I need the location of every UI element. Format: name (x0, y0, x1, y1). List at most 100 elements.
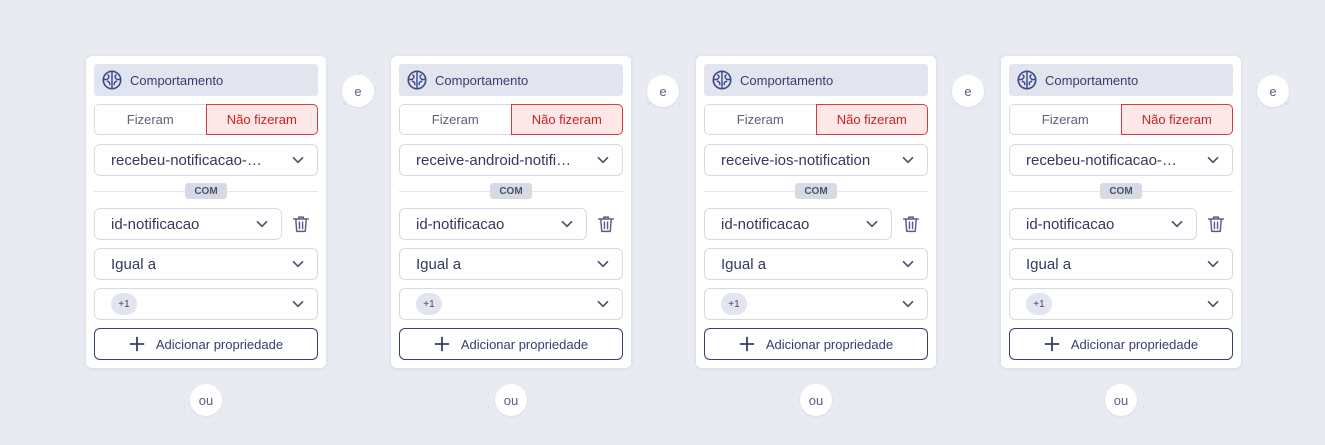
operator-select[interactable]: Igual a (94, 248, 318, 280)
chevron-down-icon (291, 297, 305, 311)
chevron-down-icon (596, 257, 610, 271)
property-value: id-notificacao (416, 215, 505, 233)
chevron-down-icon (1170, 217, 1184, 231)
chevron-down-icon (901, 257, 915, 271)
and-connector[interactable]: e (952, 75, 984, 107)
plus-icon (129, 336, 145, 352)
event-value: recebeu-notificacao-… (1026, 151, 1177, 169)
did-not-option[interactable]: Não fizeram (815, 104, 928, 135)
and-connector[interactable]: e (342, 75, 374, 107)
values-select[interactable]: +1 (704, 288, 928, 320)
chevron-down-icon (596, 297, 610, 311)
with-tag: COM (185, 183, 227, 199)
chevron-down-icon (291, 153, 305, 167)
property-value: id-notificacao (111, 215, 200, 233)
property-select[interactable]: id-notificacao (704, 208, 892, 240)
property-select[interactable]: id-notificacao (1009, 208, 1197, 240)
trash-icon[interactable] (594, 212, 618, 236)
card-header: Comportamento (704, 64, 928, 96)
trash-icon[interactable] (899, 212, 923, 236)
or-connector[interactable]: ou (495, 384, 527, 416)
values-count-chip: +1 (1026, 293, 1052, 315)
did-option[interactable]: Fizeram (1009, 104, 1121, 135)
card-title: Comportamento (130, 72, 224, 88)
values-select[interactable]: +1 (1009, 288, 1233, 320)
add-property-label: Adicionar propriedade (765, 336, 894, 352)
trash-icon[interactable] (289, 212, 313, 236)
add-property-label: Adicionar propriedade (155, 336, 284, 352)
or-connector[interactable]: ou (190, 384, 222, 416)
event-value: receive-android-notifi… (416, 151, 572, 169)
event-value: recebeu-notificacao-… (111, 151, 262, 169)
did-toggle: Fizeram Não fizeram (399, 104, 623, 135)
chevron-down-icon (1206, 257, 1220, 271)
chevron-down-icon (901, 153, 915, 167)
card-header: Comportamento (94, 64, 318, 96)
behavior-filter-card: Comportamento Fizeram Não fizeram recebe… (86, 56, 326, 368)
and-connector[interactable]: e (647, 75, 679, 107)
and-connector[interactable]: e (1257, 75, 1289, 107)
behavior-filter-card: Comportamento Fizeram Não fizeram receiv… (391, 56, 631, 368)
values-count-chip: +1 (416, 293, 442, 315)
values-select[interactable]: +1 (399, 288, 623, 320)
property-select[interactable]: id-notificacao (94, 208, 282, 240)
operator-select[interactable]: Igual a (1009, 248, 1233, 280)
operator-value: Igual a (721, 255, 767, 273)
card-title: Comportamento (740, 72, 834, 88)
event-value: receive-ios-notification (721, 151, 871, 169)
property-value: id-notificacao (721, 215, 810, 233)
did-toggle: Fizeram Não fizeram (704, 104, 928, 135)
values-select[interactable]: +1 (94, 288, 318, 320)
add-property-button[interactable]: Adicionar propriedade (704, 328, 928, 360)
with-tag: COM (490, 183, 532, 199)
chevron-down-icon (255, 217, 269, 231)
add-property-button[interactable]: Adicionar propriedade (94, 328, 318, 360)
brain-icon (101, 69, 123, 91)
did-not-option[interactable]: Não fizeram (510, 104, 623, 135)
values-count-chip: +1 (721, 293, 747, 315)
operator-select[interactable]: Igual a (704, 248, 928, 280)
card-title: Comportamento (1045, 72, 1139, 88)
brain-icon (711, 69, 733, 91)
brain-icon (406, 69, 428, 91)
did-not-option[interactable]: Não fizeram (205, 104, 318, 135)
event-select[interactable]: recebeu-notificacao-… (1009, 144, 1233, 176)
plus-icon (434, 336, 450, 352)
property-value: id-notificacao (1026, 215, 1115, 233)
operator-value: Igual a (416, 255, 462, 273)
did-option[interactable]: Fizeram (704, 104, 816, 135)
behavior-filter-card: Comportamento Fizeram Não fizeram receiv… (696, 56, 936, 368)
event-select[interactable]: receive-ios-notification (704, 144, 928, 176)
did-option[interactable]: Fizeram (399, 104, 511, 135)
chevron-down-icon (1206, 153, 1220, 167)
did-not-option[interactable]: Não fizeram (1120, 104, 1233, 135)
chevron-down-icon (560, 217, 574, 231)
chevron-down-icon (291, 257, 305, 271)
values-count-chip: +1 (111, 293, 137, 315)
brain-icon (1016, 69, 1038, 91)
or-connector[interactable]: ou (1105, 384, 1137, 416)
property-select[interactable]: id-notificacao (399, 208, 587, 240)
did-option[interactable]: Fizeram (94, 104, 206, 135)
event-select[interactable]: receive-android-notifi… (399, 144, 623, 176)
plus-icon (739, 336, 755, 352)
chevron-down-icon (901, 297, 915, 311)
add-property-button[interactable]: Adicionar propriedade (1009, 328, 1233, 360)
card-title: Comportamento (435, 72, 529, 88)
with-tag: COM (795, 183, 837, 199)
chevron-down-icon (865, 217, 879, 231)
chevron-down-icon (596, 153, 610, 167)
behavior-filter-card: Comportamento Fizeram Não fizeram recebe… (1001, 56, 1241, 368)
add-property-label: Adicionar propriedade (1070, 336, 1199, 352)
add-property-button[interactable]: Adicionar propriedade (399, 328, 623, 360)
or-connector[interactable]: ou (800, 384, 832, 416)
with-tag: COM (1100, 183, 1142, 199)
trash-icon[interactable] (1204, 212, 1228, 236)
card-header: Comportamento (399, 64, 623, 96)
add-property-label: Adicionar propriedade (460, 336, 589, 352)
operator-select[interactable]: Igual a (399, 248, 623, 280)
plus-icon (1044, 336, 1060, 352)
chevron-down-icon (1206, 297, 1220, 311)
event-select[interactable]: recebeu-notificacao-… (94, 144, 318, 176)
operator-value: Igual a (1026, 255, 1072, 273)
